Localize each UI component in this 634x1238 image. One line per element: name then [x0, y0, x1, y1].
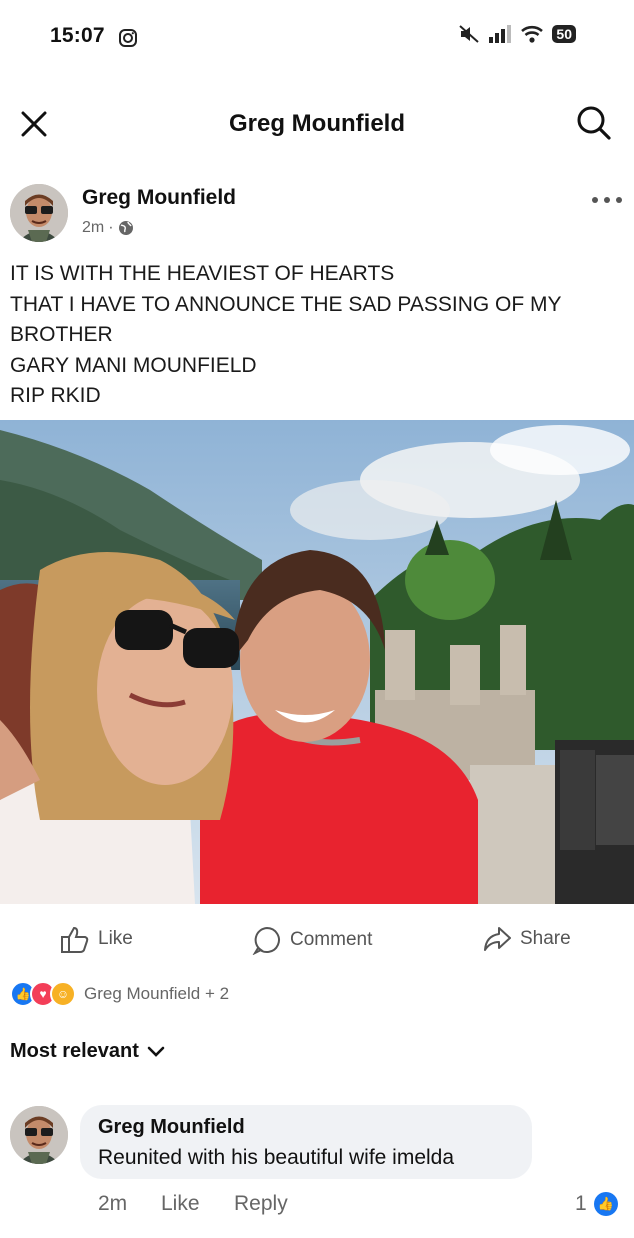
comment-author[interactable]: Greg Mounfield	[98, 1116, 245, 1139]
post-text-line: IT IS WITH THE HEAVIEST OF HEARTS	[10, 262, 395, 285]
post-text-line: RIP RKID	[10, 384, 101, 407]
comment-time: 2m	[98, 1192, 128, 1215]
comment-icon	[252, 926, 280, 955]
more-options-icon[interactable]	[590, 192, 624, 203]
globe-icon	[118, 221, 133, 235]
share-button[interactable]: Share	[482, 925, 571, 953]
signal-icon	[489, 25, 512, 43]
comment-label: Comment	[290, 929, 373, 950]
reactions-summary[interactable]: 👍 ♥ ☺ Greg Mounfield + 2	[10, 981, 229, 1007]
page-title: Greg Mounfield	[229, 110, 405, 137]
post-text-line: THAT I HAVE TO ANNOUNCE THE SAD PASSING …	[10, 292, 562, 316]
post-time: 2m	[82, 219, 105, 236]
comment-like-reaction-icon: 👍	[594, 1192, 618, 1216]
search-icon[interactable]	[576, 105, 612, 141]
chevron-down-icon	[147, 1046, 165, 1057]
post-photo[interactable]	[0, 420, 634, 904]
post-text-line: GARY MANI MOUNFIELD	[10, 353, 257, 377]
sort-label: Most relevant	[10, 1040, 139, 1062]
like-button[interactable]: Like	[60, 925, 133, 953]
comment-avatar[interactable]	[10, 1106, 68, 1164]
status-time: 15:07	[50, 24, 105, 47]
reactions-text: Greg Mounfield + 2	[84, 984, 230, 1003]
status-icons: 50	[458, 24, 576, 44]
post-timestamp: 2m ·	[82, 219, 134, 237]
wifi-icon	[521, 25, 544, 43]
share-icon	[484, 927, 511, 951]
post-text: IT IS WITH THE HEAVIEST OF HEARTS THAT I…	[10, 259, 562, 412]
comment-sort-dropdown[interactable]: Most relevant	[10, 1040, 165, 1063]
comment-reaction-count[interactable]: 1	[575, 1192, 587, 1216]
post-author[interactable]: Greg Mounfield	[82, 186, 236, 210]
share-label: Share	[520, 928, 571, 949]
battery-indicator: 50	[552, 25, 576, 43]
muted-icon	[459, 25, 480, 43]
post-text-line: BROTHER	[10, 323, 113, 346]
instagram-icon	[118, 28, 138, 48]
comment-like-button[interactable]: Like	[161, 1192, 200, 1216]
like-label: Like	[98, 928, 133, 949]
avatar[interactable]	[10, 184, 68, 242]
care-reaction-icon: ☺	[50, 981, 76, 1007]
thumbs-up-icon	[61, 926, 89, 953]
comment-button[interactable]: Comment	[252, 925, 372, 955]
comment-reply-button[interactable]: Reply	[234, 1192, 288, 1216]
comment-text: Reunited with his beautiful wife imelda	[98, 1146, 455, 1169]
